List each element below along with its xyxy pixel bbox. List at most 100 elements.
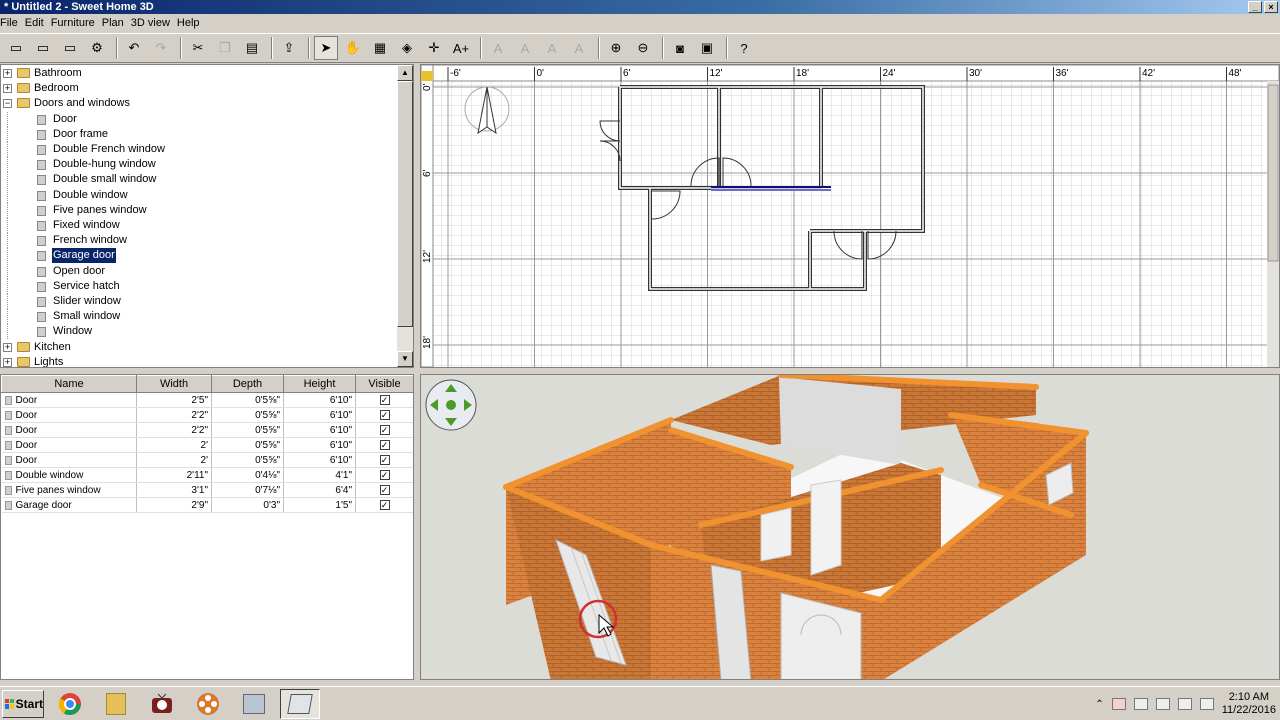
catalog-item[interactable]: Double French window	[1, 142, 397, 157]
create-walls-button[interactable]: ▦	[368, 36, 392, 60]
menu-furniture[interactable]: Furniture	[51, 17, 102, 29]
catalog-item[interactable]: Door frame	[1, 126, 397, 142]
preferences-button[interactable]: ⚙	[85, 36, 109, 60]
catalog-item[interactable]: Double small window	[1, 172, 397, 188]
modify-text-style-3[interactable]: A	[540, 36, 564, 60]
table-row[interactable]: Door 2'2" 0'5⅝" 6'10" ✓	[1, 407, 413, 423]
zoom-out-button[interactable]: ⊖	[631, 36, 655, 60]
collapse-icon[interactable]: −	[3, 99, 12, 109]
redo-button[interactable]: ↷	[149, 36, 173, 60]
column-header-width[interactable]: Width	[136, 375, 212, 393]
catalog-item[interactable]: Double window	[1, 187, 397, 203]
modify-text-style-2[interactable]: A	[513, 36, 537, 60]
explorer-taskbar-button[interactable]	[96, 689, 136, 719]
scroll-up-arrow[interactable]: ▲	[397, 65, 413, 81]
catalog-scrollbar[interactable]: ▲ ▼	[397, 65, 413, 367]
catalog-item[interactable]: Five panes window	[1, 202, 397, 218]
help-button[interactable]: ?	[732, 36, 756, 60]
visible-checkbox[interactable]: ✓	[379, 499, 390, 510]
catalog-category[interactable]: + Lights	[1, 355, 397, 367]
catalog-category[interactable]: + Kitchen	[1, 340, 397, 355]
table-row[interactable]: Double window 2'11" 0'4⅛" 4'1" ✓	[1, 467, 413, 483]
table-row[interactable]: Garage door 2'9" 0'3" 1'5" ✓	[1, 497, 413, 513]
table-row[interactable]: Door 2' 0'5⅝" 6'10" ✓	[1, 452, 413, 468]
app-taskbar-button[interactable]	[234, 689, 274, 719]
tray-icon-1[interactable]	[1111, 698, 1126, 710]
zoom-in-button[interactable]: ⊕	[604, 36, 628, 60]
catalog-item[interactable]: Service hatch	[1, 278, 397, 294]
new-home-button[interactable]: ▭	[4, 36, 28, 60]
create-video-button[interactable]: ▣	[695, 36, 719, 60]
catalog-item[interactable]: Slider window	[1, 294, 397, 309]
table-row[interactable]: Door 2'5" 0'5⅝" 6'10" ✓	[1, 392, 413, 408]
expand-icon[interactable]: +	[3, 357, 12, 367]
minimize-button[interactable]: _	[1248, 1, 1262, 13]
create-photo-button[interactable]: ◙	[668, 36, 692, 60]
media-taskbar-button[interactable]	[142, 689, 182, 719]
close-button[interactable]: ×	[1264, 1, 1278, 13]
create-rooms-button[interactable]: ◈	[395, 36, 419, 60]
catalog-item[interactable]: Open door	[1, 263, 397, 279]
3d-canvas[interactable]	[421, 375, 1279, 679]
modify-text-style-4[interactable]: A	[567, 36, 591, 60]
catalog-item[interactable]: Window	[1, 324, 397, 340]
visible-checkbox[interactable]: ✓	[379, 394, 390, 405]
save-button[interactable]: ▭	[58, 36, 82, 60]
scroll-thumb[interactable]	[397, 81, 413, 327]
add-furniture-button[interactable]: ⇪	[277, 36, 301, 60]
open-button[interactable]: ▭	[31, 36, 55, 60]
column-header-height[interactable]: Height	[283, 375, 356, 393]
select-mode-button[interactable]: ➤	[314, 36, 338, 60]
menu-help[interactable]: Help	[177, 17, 207, 29]
visible-checkbox[interactable]: ✓	[379, 439, 390, 450]
table-row[interactable]: Door 2' 0'5⅝" 6'10" ✓	[1, 437, 413, 453]
paste-button[interactable]: ▤	[240, 36, 264, 60]
catalog-category[interactable]: + Bedroom	[1, 81, 397, 96]
3d-view[interactable]	[420, 374, 1280, 680]
plan-canvas[interactable]: -6' 0' 6' 12' 18' 24' 30' 36' 42' 48' 0' 6' 12' 18'	[421, 65, 1279, 367]
catalog-item[interactable]: Double-hung window	[1, 157, 397, 173]
column-header-name[interactable]: Name	[1, 375, 137, 393]
expand-icon[interactable]: +	[3, 342, 12, 352]
tray-icon-2[interactable]	[1133, 698, 1148, 710]
column-header-depth[interactable]: Depth	[211, 375, 284, 393]
create-dimensions-button[interactable]: ✛	[422, 36, 446, 60]
visible-checkbox[interactable]: ✓	[379, 424, 390, 435]
visible-checkbox[interactable]: ✓	[379, 484, 390, 495]
add-text-button[interactable]: A+	[449, 36, 473, 60]
copy-button[interactable]: ❐	[213, 36, 237, 60]
catalog-item[interactable]: Small window	[1, 309, 397, 325]
scroll-down-arrow[interactable]: ▼	[397, 351, 413, 367]
catalog-category[interactable]: + Bathroom	[1, 66, 397, 81]
catalog-item[interactable]: French window	[1, 233, 397, 249]
expand-icon[interactable]: +	[3, 84, 12, 94]
network-icon[interactable]	[1177, 698, 1192, 710]
cut-button[interactable]: ✂	[186, 36, 210, 60]
table-row[interactable]: Five panes window 3'1" 0'7⅛" 6'4" ✓	[1, 482, 413, 498]
reel-taskbar-button[interactable]	[188, 689, 228, 719]
catalog-category[interactable]: − Doors and windows	[1, 96, 397, 111]
menu-edit[interactable]: Edit	[25, 17, 51, 29]
catalog-item[interactable]: Fixed window	[1, 218, 397, 233]
column-header-visible[interactable]: Visible	[355, 375, 413, 393]
speaker-icon[interactable]	[1199, 698, 1214, 710]
visible-checkbox[interactable]: ✓	[379, 409, 390, 420]
clock[interactable]: 2:10 AM 11/22/2016	[1222, 691, 1276, 717]
chrome-taskbar-button[interactable]	[50, 689, 90, 719]
menu-plan[interactable]: Plan	[102, 17, 131, 29]
tray-icon-3[interactable]	[1155, 698, 1170, 710]
catalog-item[interactable]: Garage door	[1, 248, 397, 264]
sweet-home-3d-taskbar-button[interactable]	[280, 688, 320, 719]
modify-text-style-1[interactable]: A	[486, 36, 510, 60]
undo-button[interactable]: ↶	[122, 36, 146, 60]
start-button[interactable]: Start	[2, 689, 44, 718]
table-row[interactable]: Door 2'2" 0'5⅝" 6'10" ✓	[1, 422, 413, 438]
tray-expand-icon[interactable]: ⌃	[1095, 699, 1103, 710]
pan-mode-button[interactable]: ✋	[341, 36, 365, 60]
visible-checkbox[interactable]: ✓	[379, 454, 390, 465]
plan-view[interactable]: -6' 0' 6' 12' 18' 24' 30' 36' 42' 48' 0' 6' 12' 18'	[420, 64, 1280, 368]
catalog-item[interactable]: Door	[1, 111, 397, 127]
menu-3d-view[interactable]: 3D view	[131, 17, 177, 29]
expand-icon[interactable]: +	[3, 69, 12, 78]
menu-file[interactable]: File	[0, 17, 25, 29]
